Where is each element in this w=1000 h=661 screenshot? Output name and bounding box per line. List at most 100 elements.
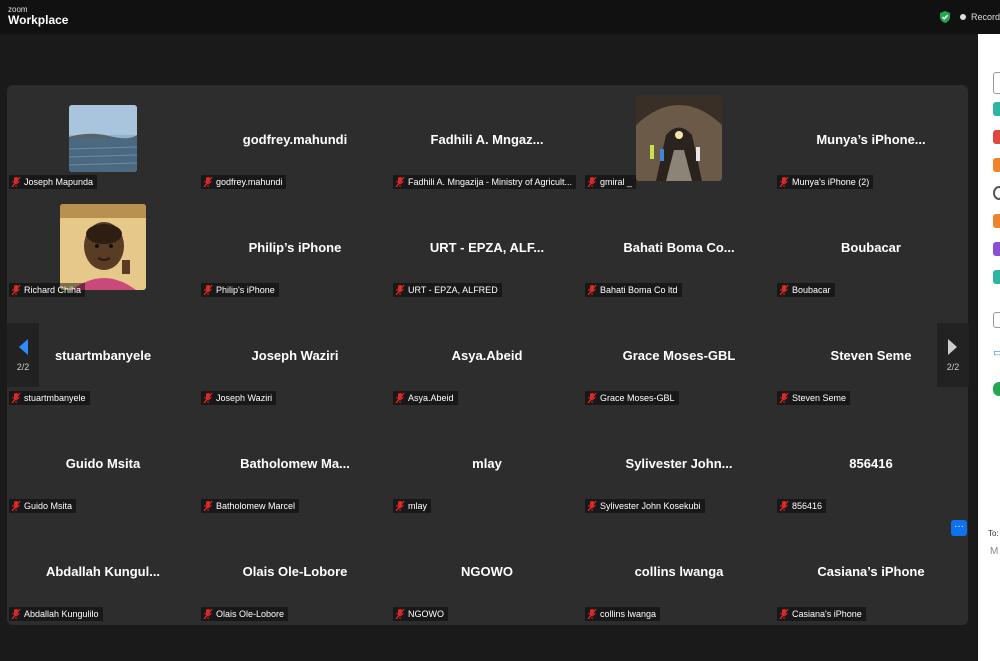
participant-label-text: mlay <box>408 501 428 511</box>
participant-display-name: Asya.Abeid <box>451 348 523 363</box>
participant-display-name: Batholomew Ma... <box>240 456 350 471</box>
participant-label-text: Munya's iPhone (2) <box>792 177 870 187</box>
app-icon-purple[interactable] <box>993 242 1000 256</box>
participant-display-name: Munya’s iPhone... <box>816 132 926 147</box>
participant-name-label: godfrey.mahundi <box>201 175 287 189</box>
participant-tile[interactable]: URT - EPZA, ALF... URT - EPZA, ALFRED <box>391 193 583 301</box>
mic-muted-icon <box>203 608 213 620</box>
app-logo: zoom Workplace <box>8 6 69 27</box>
mic-muted-icon <box>203 500 213 512</box>
participant-tile[interactable]: Grace Moses-GBL Grace Moses-GBL <box>583 301 775 409</box>
participant-label-text: Batholomew Marcel <box>216 501 296 511</box>
participant-tile[interactable]: Richard Chiha <box>7 193 199 301</box>
participant-tile[interactable]: gmiral _ <box>583 85 775 193</box>
participant-name-label: Grace Moses-GBL <box>585 391 679 405</box>
recording-label[interactable]: Recordi <box>971 12 1000 22</box>
participant-name-label: Asya.Abeid <box>393 391 458 405</box>
side-panel-input[interactable] <box>993 72 1000 94</box>
participant-tile[interactable]: Bahati Boma Co... Bahati Boma Co ltd <box>583 193 775 301</box>
participant-display-name: Boubacar <box>841 240 901 255</box>
green-avatar-icon[interactable] <box>993 382 1000 396</box>
mic-muted-icon <box>779 284 789 296</box>
participant-label-text: Abdallah Kungulilo <box>24 609 99 619</box>
mic-muted-icon <box>203 392 213 404</box>
participant-tile[interactable]: Joseph Mapunda <box>7 85 199 193</box>
participant-tile[interactable]: Fadhili A. Mngaz... Fadhili A. Mngazija -… <box>391 85 583 193</box>
participant-name-label: Batholomew Marcel <box>201 499 300 513</box>
participant-label-text: URT - EPZA, ALFRED <box>408 285 498 295</box>
app-icon-circle[interactable] <box>993 186 1000 200</box>
app-icon-orange[interactable] <box>993 158 1000 172</box>
chat-to-label: To: <box>988 529 999 538</box>
participant-name-label: Casiana's iPhone <box>777 607 866 621</box>
participant-display-name: collins lwanga <box>634 564 724 579</box>
participant-name-label: stuartmbanyele <box>9 391 90 405</box>
participant-tile[interactable]: Olais Ole-Lobore Olais Ole-Lobore <box>199 517 391 625</box>
participant-label-text: Bahati Boma Co ltd <box>600 285 678 295</box>
participant-label-text: Joseph Waziri <box>216 393 273 403</box>
participant-display-name: URT - EPZA, ALF... <box>429 240 545 255</box>
chat-message-input[interactable]: M <box>990 546 998 557</box>
app-icon-orange-2[interactable] <box>993 214 1000 228</box>
mic-muted-icon <box>395 500 405 512</box>
app-icon-red[interactable] <box>993 130 1000 144</box>
participant-name-label: Joseph Waziri <box>201 391 277 405</box>
recording-dot-icon <box>960 14 966 20</box>
participant-label-text: gmiral _ <box>600 177 633 187</box>
participant-tile[interactable]: collins lwanga collins lwanga <box>583 517 775 625</box>
prev-page-button[interactable]: 2/2 <box>7 323 39 387</box>
participant-tile[interactable]: godfrey.mahundi godfrey.mahundi <box>199 85 391 193</box>
participant-tile[interactable]: Batholomew Ma... Batholomew Marcel <box>199 409 391 517</box>
mic-muted-icon <box>779 500 789 512</box>
participant-tile[interactable]: Casiana’s iPhone Casiana's iPhone <box>775 517 967 625</box>
participant-label-text: Fadhili A. Mngazija - Ministry of Agricu… <box>408 177 573 187</box>
participant-tile[interactable]: Joseph Waziri Joseph Waziri <box>199 301 391 409</box>
participant-name-label: Philip's iPhone <box>201 283 279 297</box>
participant-label-text: Richard Chiha <box>24 285 82 295</box>
participant-label-text: godfrey.mahundi <box>216 177 283 187</box>
participant-display-name: Olais Ole-Lobore <box>242 564 348 579</box>
mic-muted-icon <box>203 176 213 188</box>
app-icon-teal-2[interactable] <box>993 270 1000 284</box>
mic-muted-icon <box>395 608 405 620</box>
mic-muted-icon <box>395 176 405 188</box>
participant-display-name: Sylivester John... <box>625 456 733 471</box>
participant-label-text: Philip's iPhone <box>216 285 275 295</box>
more-options-button[interactable]: ··· <box>951 520 967 536</box>
next-page-button[interactable]: 2/2 <box>937 323 969 387</box>
participant-name-label: 856416 <box>777 499 827 513</box>
ellipsis-icon: ··· <box>954 521 964 532</box>
participant-name-label: Steven Seme <box>777 391 851 405</box>
participant-tile[interactable]: Sylivester John... Sylivester John Koseku… <box>583 409 775 517</box>
participant-display-name: Joseph Waziri <box>251 348 339 363</box>
side-panel-checkbox[interactable] <box>993 312 1000 328</box>
participant-tile[interactable]: Abdallah Kungul... Abdallah Kungulilo <box>7 517 199 625</box>
participant-tile[interactable]: Guido Msita Guido Msita <box>7 409 199 517</box>
participant-tile[interactable]: Asya.Abeid Asya.Abeid <box>391 301 583 409</box>
participant-display-name: Guido Msita <box>65 456 141 471</box>
chat-bubble-icon[interactable]: ▭ <box>993 346 1000 360</box>
participant-tile[interactable]: 856416 856416 <box>775 409 967 517</box>
participant-name-label: collins lwanga <box>585 607 661 621</box>
participant-display-name: Grace Moses-GBL <box>622 348 736 363</box>
brand-main: Workplace <box>8 13 69 27</box>
participant-tile[interactable]: Boubacar Boubacar <box>775 193 967 301</box>
gallery-grid: Joseph Mapunda godfrey.mahundi godfrey.mah… <box>7 85 968 625</box>
participant-tile[interactable]: Munya’s iPhone... Munya's iPhone (2) <box>775 85 967 193</box>
app-icon-teal[interactable] <box>993 102 1000 116</box>
participant-tile[interactable]: Philip’s iPhone Philip's iPhone <box>199 193 391 301</box>
page-indicator-left: 2/2 <box>16 362 30 372</box>
participant-tile[interactable]: mlay mlay <box>391 409 583 517</box>
mic-muted-icon <box>587 284 597 296</box>
participant-name-label: URT - EPZA, ALFRED <box>393 283 502 297</box>
mic-muted-icon <box>11 392 21 404</box>
participant-name-label: Guido Msita <box>9 499 77 513</box>
mic-muted-icon <box>203 284 213 296</box>
participant-label-text: Casiana's iPhone <box>792 609 862 619</box>
shield-check-icon[interactable] <box>938 10 952 24</box>
arrow-left-icon <box>19 339 28 355</box>
participant-name-label: Boubacar <box>777 283 835 297</box>
participant-tile[interactable]: NGOWO NGOWO <box>391 517 583 625</box>
participant-display-name: Casiana’s iPhone <box>817 564 925 579</box>
participant-name-label: Abdallah Kungulilo <box>9 607 103 621</box>
